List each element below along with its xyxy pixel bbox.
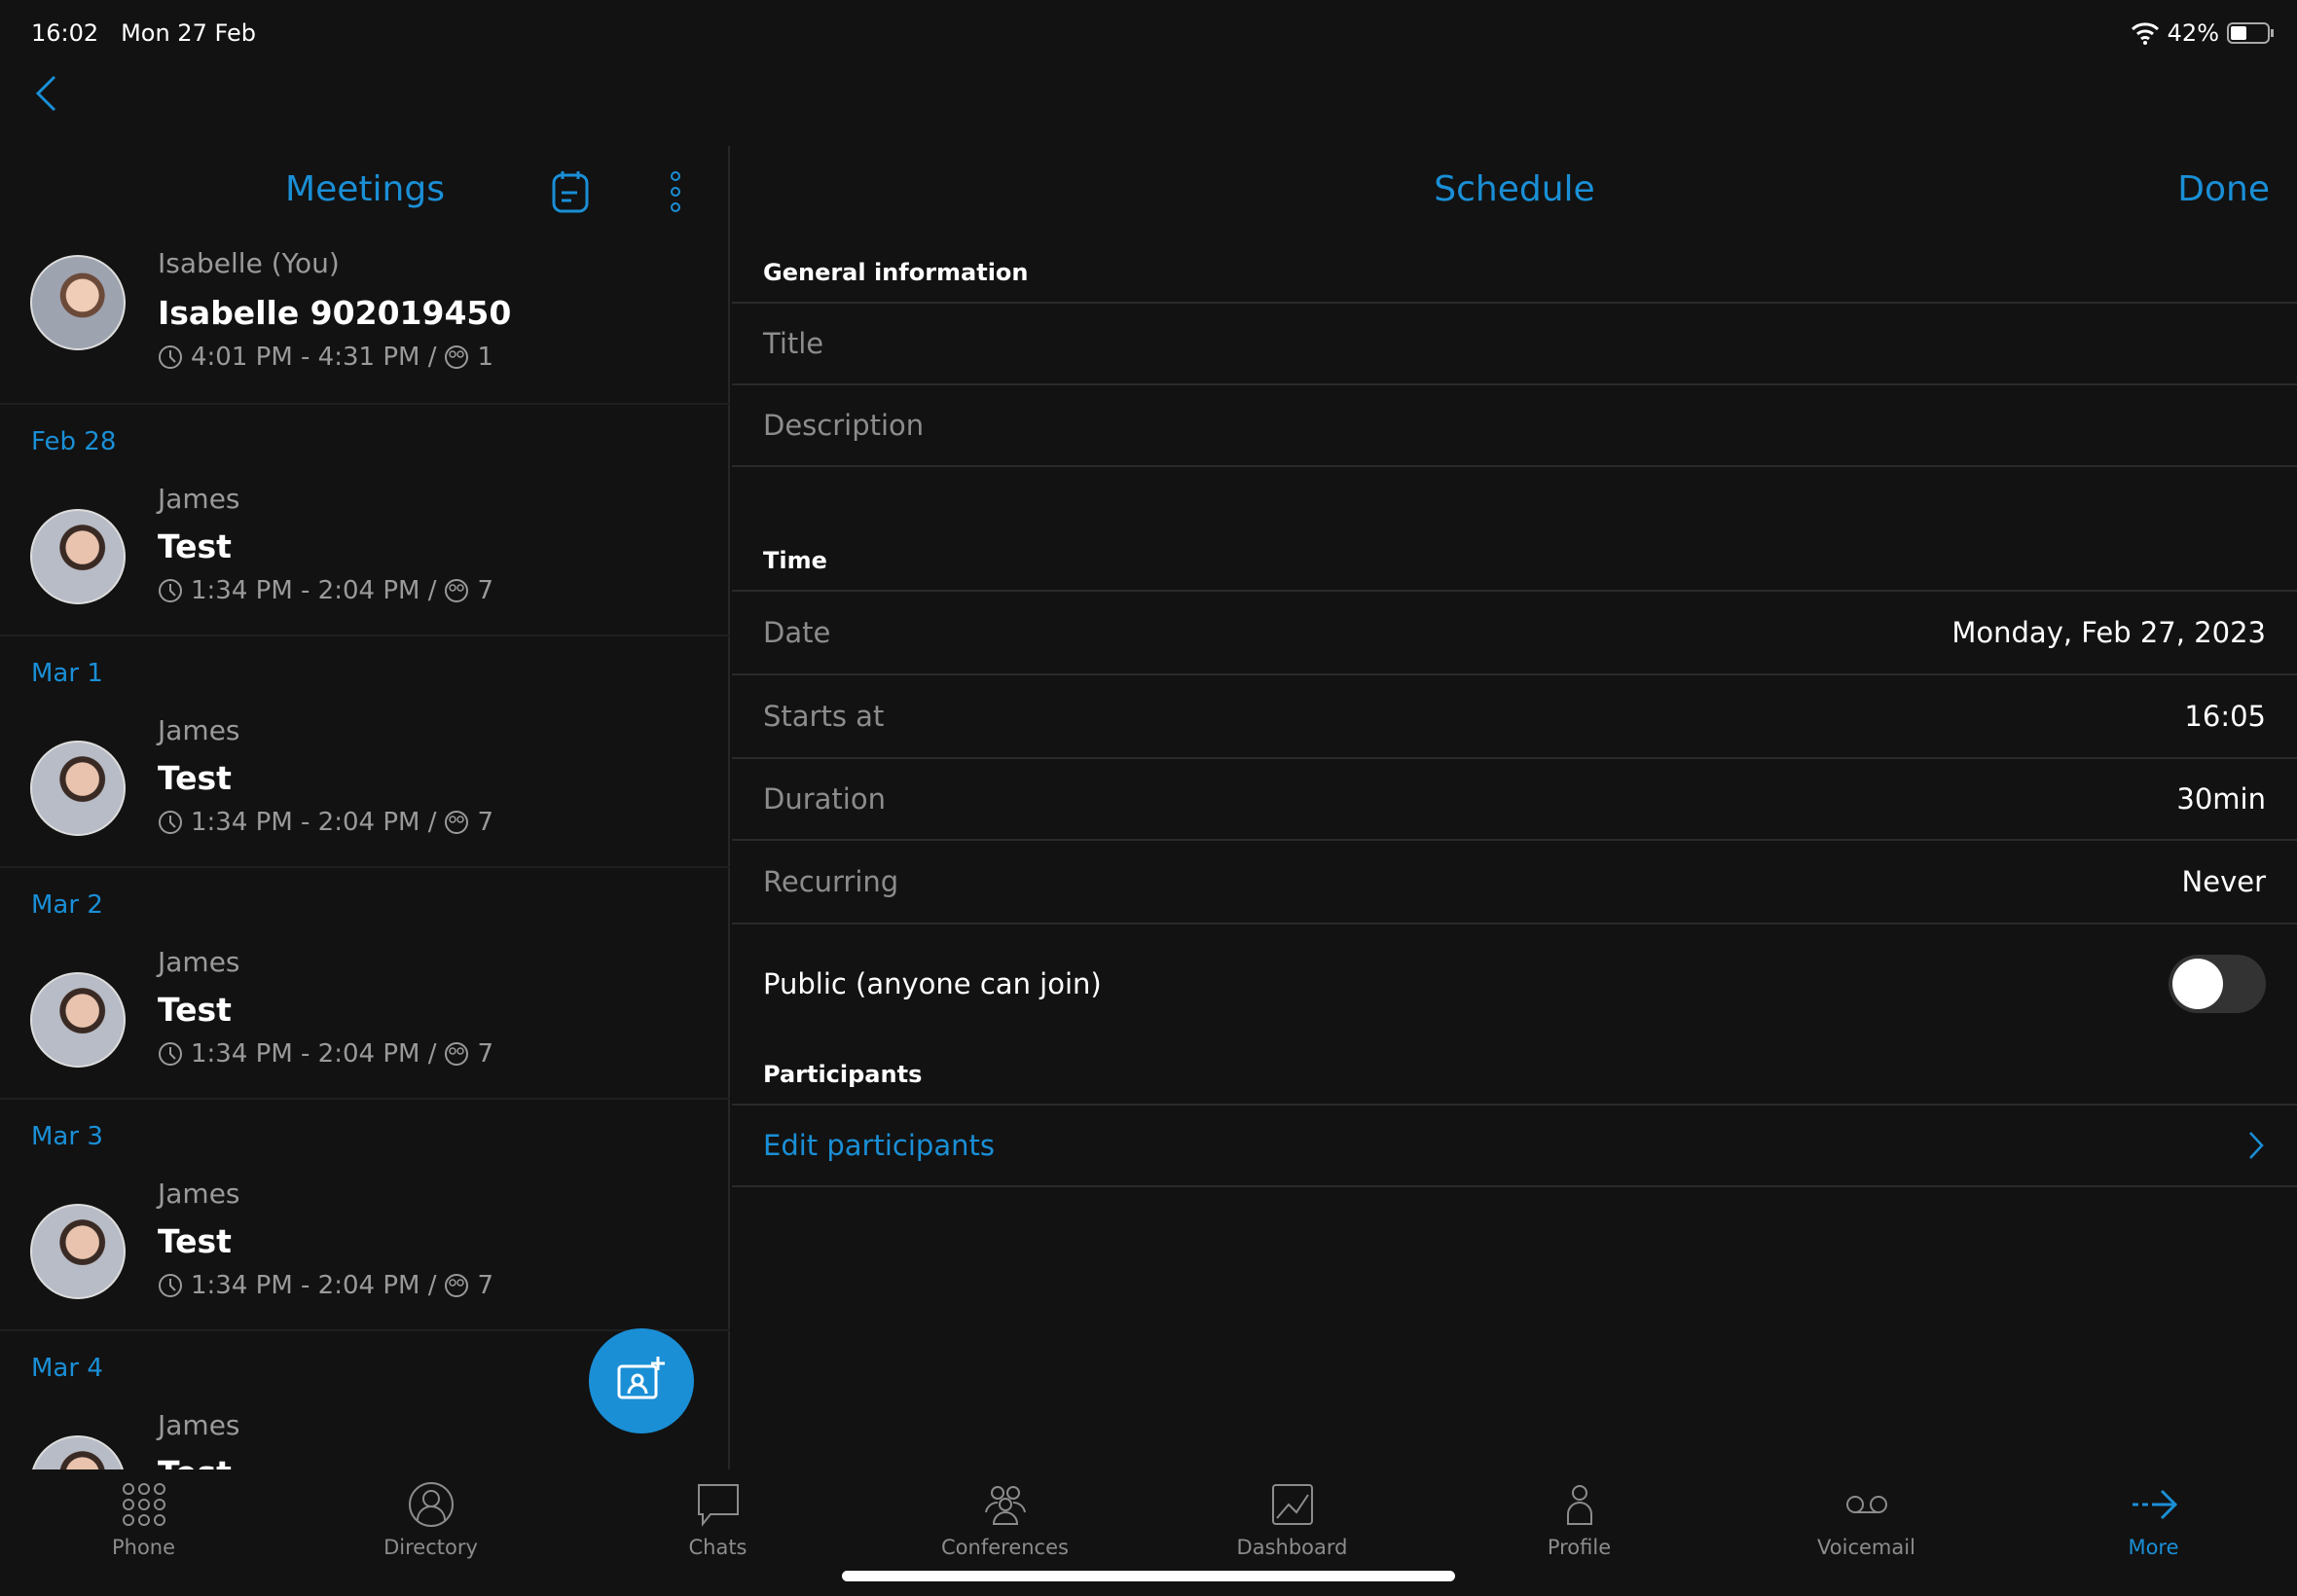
meeting-time: 1:34 PM - 2:04 PM /7 <box>158 1271 493 1300</box>
meeting-title: Test <box>158 527 232 565</box>
meeting-time: 1:34 PM - 2:04 PM /7 <box>158 576 493 605</box>
chats-icon <box>697 1484 739 1527</box>
edit-participants-row[interactable]: Edit participants <box>732 1104 2297 1187</box>
meeting-group: Mar 2 James Test 1:34 PM - 2:04 PM /7 <box>0 868 730 1100</box>
section-participants: Participants <box>763 1061 923 1088</box>
meeting-title: Test <box>158 759 232 797</box>
meeting-time: 1:34 PM - 2:04 PM /7 <box>158 808 493 837</box>
status-indicators: 42% <box>2131 19 2276 47</box>
meeting-group: Feb 28 James Test 1:34 PM - 2:04 PM /7 <box>0 405 730 636</box>
date-row[interactable]: Date Monday, Feb 27, 2023 <box>732 590 2297 675</box>
public-row: Public (anyone can join) <box>732 940 2297 1028</box>
date-header: Mar 1 <box>31 659 103 688</box>
tab-directory[interactable]: Directory <box>287 1469 574 1596</box>
meeting-group: Mar 1 James Test 1:34 PM - 2:04 PM /7 <box>0 636 730 868</box>
date-header: Mar 3 <box>31 1122 103 1151</box>
back-chevron-icon[interactable] <box>33 74 58 113</box>
meeting-group: Mar 3 James Test 1:34 PM - 2:04 PM /7 <box>0 1100 730 1331</box>
meeting-item[interactable]: Isabelle (You) Isabelle 902019450 4:01 P… <box>0 241 730 405</box>
clock-icon <box>159 345 182 369</box>
meeting-title: Test <box>158 1454 232 1469</box>
schedule-panel: Schedule Done General information Title … <box>732 146 2297 1469</box>
tab-label: Dashboard <box>1236 1536 1348 1559</box>
tab-label: More <box>2128 1536 2179 1559</box>
recurring-row[interactable]: Recurring Never <box>732 841 2297 925</box>
meeting-item[interactable]: James Test 1:34 PM - 2:04 PM /7 <box>0 710 730 866</box>
calendar-icon[interactable] <box>551 169 590 214</box>
tab-label: Chats <box>688 1536 747 1559</box>
tab-voicemail[interactable]: Voicemail <box>1723 1469 2010 1596</box>
avatar <box>30 1204 126 1299</box>
clock-icon <box>159 811 182 834</box>
tab-profile[interactable]: Profile <box>1436 1469 1723 1596</box>
meetings-title: Meetings <box>285 169 445 209</box>
avatar <box>30 509 126 604</box>
more-icon <box>2132 1489 2177 1520</box>
profile-icon <box>1566 1485 1592 1525</box>
battery-icon <box>2227 22 2274 44</box>
meeting-item[interactable]: James Test 1:34 PM - 2:04 PM /7 <box>0 942 730 1098</box>
tab-more[interactable]: More <box>2010 1469 2297 1596</box>
clock-icon <box>159 1042 182 1066</box>
organizer-name: James <box>158 483 240 515</box>
meetings-list: Isabelle (You) Isabelle 902019450 4:01 P… <box>0 241 730 1469</box>
participants-icon <box>445 1274 469 1297</box>
meeting-title: Test <box>158 1222 232 1260</box>
participants-icon <box>445 579 469 602</box>
section-general: General information <box>763 259 1029 286</box>
organizer-name: James <box>158 1409 240 1441</box>
participants-icon <box>445 1042 469 1066</box>
public-toggle[interactable] <box>2169 955 2266 1013</box>
phone-icon <box>122 1483 165 1526</box>
status-time: 16:02 Mon 27 Feb <box>31 19 256 47</box>
organizer-name: Isabelle (You) <box>158 247 340 279</box>
wifi-icon <box>2131 22 2159 45</box>
section-time: Time <box>763 547 827 574</box>
home-indicator <box>842 1571 1455 1581</box>
date-header: Feb 28 <box>31 427 117 456</box>
done-button[interactable]: Done <box>2177 169 2270 209</box>
avatar <box>30 255 126 350</box>
new-meeting-button[interactable] <box>589 1328 694 1433</box>
tab-label: Profile <box>1547 1536 1612 1559</box>
meeting-title: Test <box>158 991 232 1029</box>
meeting-item[interactable]: James Test 1:34 PM - 2:04 PM /7 <box>0 479 730 635</box>
meeting-time: 4:01 PM - 4:31 PM /1 <box>158 343 493 372</box>
clock-icon <box>159 1274 182 1297</box>
description-field[interactable]: Description <box>732 385 2297 467</box>
organizer-name: James <box>158 1178 240 1210</box>
duration-row[interactable]: Duration 30min <box>732 759 2297 841</box>
avatar <box>30 741 126 836</box>
more-options-icon[interactable] <box>666 169 685 214</box>
tab-label: Conferences <box>941 1536 1069 1559</box>
avatar <box>30 972 126 1068</box>
add-meeting-icon <box>617 1357 665 1399</box>
starts-at-row[interactable]: Starts at 16:05 <box>732 675 2297 759</box>
participants-icon <box>445 345 469 369</box>
meetings-panel: Meetings Isabelle (You) Isabelle 9020194… <box>0 146 730 1469</box>
participants-icon <box>445 811 469 834</box>
organizer-name: James <box>158 714 240 746</box>
directory-icon <box>408 1482 454 1527</box>
tab-chats[interactable]: Chats <box>574 1469 861 1596</box>
organizer-name: James <box>158 946 240 978</box>
meeting-time: 1:34 PM - 2:04 PM /7 <box>158 1039 493 1069</box>
meeting-title: Isabelle 902019450 <box>158 294 512 332</box>
dashboard-icon <box>1271 1484 1313 1525</box>
tab-phone[interactable]: Phone <box>0 1469 287 1596</box>
voicemail-icon <box>1845 1496 1887 1513</box>
clock-icon <box>159 579 182 602</box>
tab-label: Voicemail <box>1817 1536 1915 1559</box>
chevron-right-icon <box>2249 1132 2264 1159</box>
date-header: Mar 2 <box>31 890 103 920</box>
conferences-icon <box>984 1486 1026 1525</box>
avatar <box>30 1435 126 1469</box>
tab-label: Directory <box>383 1536 478 1559</box>
meeting-item[interactable]: James Test 1:34 PM - 2:04 PM /7 <box>0 1174 730 1329</box>
battery-percent: 42% <box>2167 19 2219 47</box>
title-field[interactable]: Title <box>732 302 2297 385</box>
tab-label: Phone <box>111 1536 176 1559</box>
schedule-title: Schedule <box>1434 169 1595 209</box>
